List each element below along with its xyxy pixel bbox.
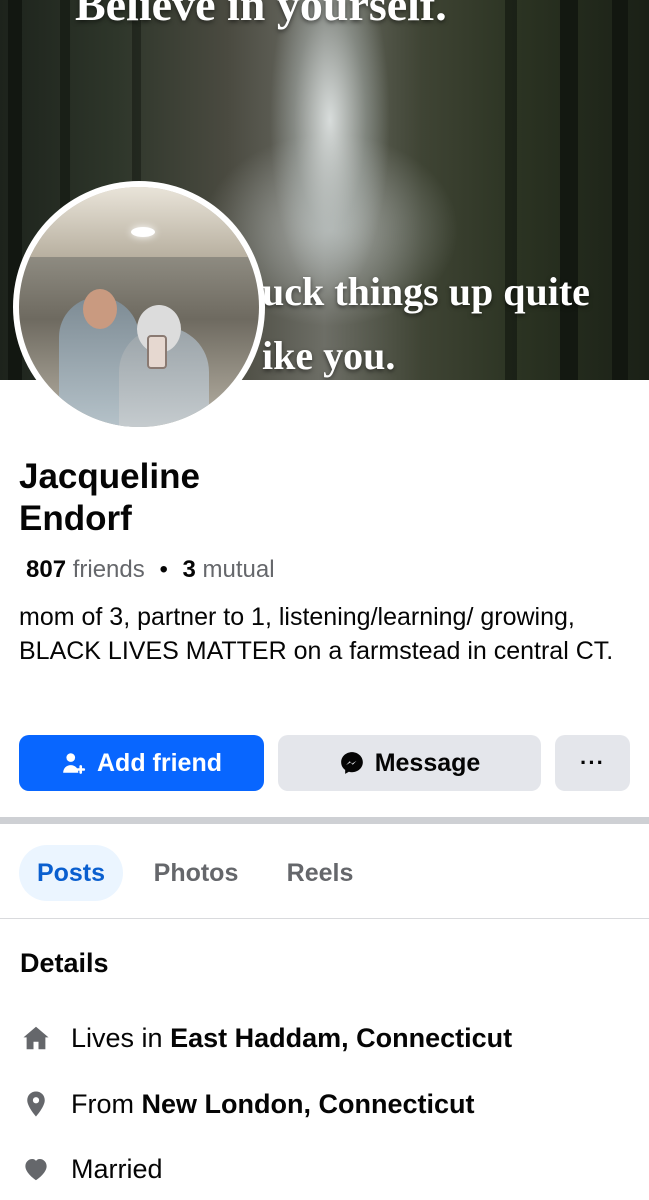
heart-icon (20, 1153, 52, 1185)
profile-name-last: Endorf (19, 499, 132, 538)
cover-text-line1: Believe in yourself. (75, 0, 447, 30)
cover-text-line3: ike you. (262, 333, 396, 378)
more-options-button[interactable]: ··· (555, 735, 630, 791)
messenger-icon (339, 750, 365, 776)
add-person-icon (61, 750, 87, 776)
from-prefix: From (71, 1088, 134, 1119)
profile-photo (19, 187, 259, 427)
cover-text-line2: uck things up quite (262, 269, 590, 314)
separator-dot: • (159, 556, 168, 583)
tabs-divider (0, 918, 649, 919)
friends-label: friends (72, 556, 145, 583)
mutual-count: 3 (182, 556, 196, 583)
lives-location[interactable]: East Haddam, Connecticut (170, 1023, 512, 1054)
message-label: Message (374, 748, 481, 777)
details-heading: Details (20, 948, 109, 978)
profile-name: Jacqueline Endorf (19, 456, 200, 540)
profile-bio: mom of 3, partner to 1, listening/learni… (19, 603, 614, 665)
relationship-status: Married (71, 1153, 163, 1184)
friends-summary[interactable]: 807 friends • 3 mutual (26, 556, 275, 584)
detail-from: From New London, Connecticut (20, 1088, 475, 1120)
tab-posts[interactable]: Posts (19, 845, 123, 901)
section-divider (0, 817, 649, 824)
from-location[interactable]: New London, Connecticut (142, 1089, 475, 1120)
friends-count: 807 (26, 556, 67, 583)
tab-reels[interactable]: Reels (270, 845, 370, 901)
lives-prefix: Lives in (71, 1022, 163, 1053)
add-friend-label: Add friend (97, 748, 222, 777)
profile-avatar[interactable] (13, 181, 265, 433)
message-button[interactable]: Message (278, 735, 541, 791)
mutual-label: mutual (202, 556, 275, 583)
profile-name-first: Jacqueline (19, 457, 200, 496)
home-icon (20, 1022, 52, 1054)
more-icon: ··· (580, 750, 605, 775)
add-friend-button[interactable]: Add friend (19, 735, 264, 791)
tab-photos[interactable]: Photos (140, 845, 252, 901)
detail-relationship: Married (20, 1153, 163, 1185)
location-pin-icon (20, 1088, 52, 1120)
detail-lives-in: Lives in East Haddam, Connecticut (20, 1022, 512, 1054)
